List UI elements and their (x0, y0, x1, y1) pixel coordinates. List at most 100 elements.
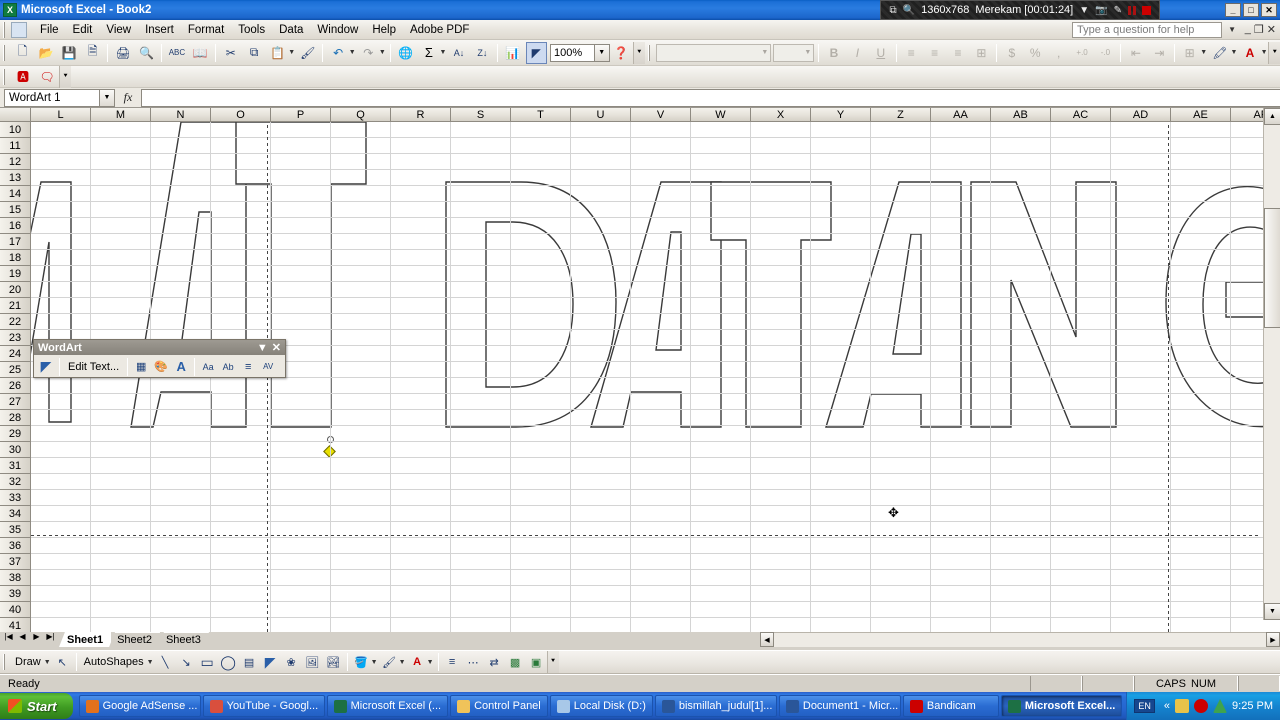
menu-item-insert[interactable]: Insert (138, 22, 181, 38)
fill-color-chevron-down-icon[interactable]: ▼ (1230, 49, 1239, 56)
drawing-toolbar-overflow-button[interactable]: ⯆ (546, 651, 559, 673)
increase-indent-button[interactable]: ⇥ (1149, 42, 1170, 64)
redo-chevron-down-icon[interactable]: ▼ (378, 49, 387, 56)
camera-icon[interactable]: 📷 (1095, 5, 1107, 16)
column-header-p[interactable]: P (271, 108, 331, 122)
increase-decimal-button[interactable]: +.0 (1071, 42, 1092, 64)
row-header-24[interactable]: 24 (0, 346, 31, 362)
align-left-button[interactable]: ≡ (901, 42, 922, 64)
underline-button[interactable]: U (870, 42, 891, 64)
name-box[interactable]: WordArt 1 (4, 88, 100, 107)
scroll-down-button[interactable]: ▼ (1264, 603, 1280, 620)
sheet-tab-sheet2[interactable]: Sheet2 (109, 632, 160, 647)
row-header-12[interactable]: 12 (0, 154, 31, 170)
row-header-17[interactable]: 17 (0, 234, 31, 250)
row-header-14[interactable]: 14 (0, 186, 31, 202)
align-right-button[interactable]: ≡ (947, 42, 968, 64)
undo-chevron-down-icon[interactable]: ▼ (348, 49, 357, 56)
wordart-alignment-icon[interactable]: ≡ (238, 357, 258, 377)
menu-item-view[interactable]: View (99, 22, 138, 38)
magnifier-icon[interactable]: 🔍 (903, 5, 915, 16)
formula-input[interactable] (141, 88, 1280, 107)
align-center-button[interactable]: ≡ (924, 42, 945, 64)
row-header-30[interactable]: 30 (0, 442, 31, 458)
menu-item-data[interactable]: Data (272, 22, 310, 38)
open-icon[interactable]: 📂 (35, 42, 56, 64)
row-header-21[interactable]: 21 (0, 298, 31, 314)
print-preview-icon[interactable]: 🔍 (136, 42, 157, 64)
paste-icon[interactable]: 📋 (267, 42, 288, 64)
arrow-icon[interactable]: ↘ (176, 652, 197, 673)
row-header-16[interactable]: 16 (0, 218, 31, 234)
column-header-q[interactable]: Q (331, 108, 391, 122)
decrease-decimal-button[interactable]: -.0 (1095, 42, 1116, 64)
row-header-23[interactable]: 23 (0, 330, 31, 346)
wordart-same-letter-heights-icon[interactable]: Aa (198, 357, 218, 377)
row-header-34[interactable]: 34 (0, 506, 31, 522)
insert-clip-art-icon[interactable]: 🖼 (302, 652, 323, 673)
insert-diagram-icon[interactable]: ❀ (281, 652, 302, 673)
font-color-chevron-down-icon[interactable]: ▼ (426, 659, 435, 666)
taskbar-item-control-panel[interactable]: Control Panel (450, 695, 548, 717)
menu-item-adobe-pdf[interactable]: Adobe PDF (403, 22, 476, 38)
formatting-toolbar-grip[interactable] (646, 44, 654, 61)
mdi-restore-button[interactable]: ❐ (1254, 23, 1264, 36)
autosum-chevron-down-icon[interactable]: ▼ (439, 49, 448, 56)
help-icon[interactable]: ❓ (611, 42, 632, 64)
column-header-y[interactable]: Y (811, 108, 871, 122)
zoom-chevron-down-icon[interactable]: ▼ (594, 43, 610, 62)
row-header-22[interactable]: 22 (0, 314, 31, 330)
wordart-gallery-icon[interactable]: ▦ (131, 357, 151, 377)
paste-chevron-down-icon[interactable]: ▼ (287, 49, 296, 56)
minimize-button[interactable]: _ (1225, 3, 1241, 17)
spelling-icon[interactable]: ABC (166, 42, 187, 64)
column-header-ab[interactable]: AB (991, 108, 1051, 122)
sort-descending-icon[interactable]: Z↓ (472, 42, 493, 64)
network-icon[interactable] (1175, 699, 1190, 713)
row-header-26[interactable]: 26 (0, 378, 31, 394)
sheet-nav-next-button[interactable]: ▶ (30, 632, 43, 641)
maximize-button[interactable]: □ (1243, 3, 1259, 17)
wordart-toolbar-chevron-down-icon[interactable]: ▼ (257, 342, 268, 354)
vertical-scroll-thumb[interactable] (1264, 208, 1280, 328)
taskbar-item-excel-1[interactable]: Microsoft Excel (... (326, 695, 449, 717)
insert-wordart-icon[interactable]: ◤ (36, 357, 56, 377)
adobe-pdf-convert-icon[interactable]: 🅰 (12, 66, 34, 88)
taskbar-item-chrome[interactable]: YouTube - Googl... (202, 695, 325, 717)
taskbar-item-firefox[interactable]: Google AdSense ... (78, 695, 201, 717)
hscroll-right-button[interactable]: ▶ (1266, 632, 1280, 647)
row-header-27[interactable]: 27 (0, 394, 31, 410)
shadow-style-icon[interactable]: ▩ (505, 652, 526, 673)
column-header-n[interactable]: N (151, 108, 211, 122)
format-wordart-icon[interactable]: 🎨 (151, 357, 171, 377)
print-icon[interactable]: 🖨 (112, 42, 133, 64)
column-header-ae[interactable]: AE (1171, 108, 1231, 122)
menu-item-window[interactable]: Window (310, 22, 365, 38)
sheet-tab-sheet1[interactable]: Sheet1 (59, 632, 112, 647)
line-style-icon[interactable]: ≡ (442, 652, 463, 673)
row-header-20[interactable]: 20 (0, 282, 31, 298)
standard-toolbar-grip[interactable] (2, 44, 9, 61)
column-header-x[interactable]: X (751, 108, 811, 122)
draw-chevron-down-icon[interactable]: ▼ (43, 659, 52, 666)
oval-icon[interactable]: ◯ (218, 652, 239, 673)
language-indicator[interactable]: EN (1134, 699, 1155, 713)
decrease-indent-button[interactable]: ⇤ (1125, 42, 1146, 64)
taskbar-item-local-disk[interactable]: Local Disk (D:) (549, 695, 653, 717)
font-size-select[interactable]: ▼ (773, 43, 815, 62)
borders-chevron-down-icon[interactable]: ▼ (1199, 49, 1208, 56)
autosum-icon[interactable]: Σ (418, 42, 439, 64)
adobe-toolbar-overflow-button[interactable]: ⯆ (59, 65, 71, 88)
currency-button[interactable]: $ (1001, 42, 1022, 64)
column-header-aa[interactable]: AA (931, 108, 991, 122)
permission-icon[interactable]: 🗎 (82, 42, 103, 64)
line-color-icon[interactable]: 🖌 (379, 652, 400, 673)
pause-icon[interactable] (1128, 5, 1136, 15)
merge-and-center-button[interactable]: ⊞ (971, 42, 992, 64)
column-header-ad[interactable]: AD (1111, 108, 1171, 122)
draw-menu-button[interactable]: Draw (11, 656, 45, 668)
column-header-u[interactable]: U (571, 108, 631, 122)
column-header-s[interactable]: S (451, 108, 511, 122)
sheet-nav-first-button[interactable]: |◀ (2, 632, 15, 641)
taskbar-item-word-2[interactable]: Document1 - Micr... (778, 695, 901, 717)
